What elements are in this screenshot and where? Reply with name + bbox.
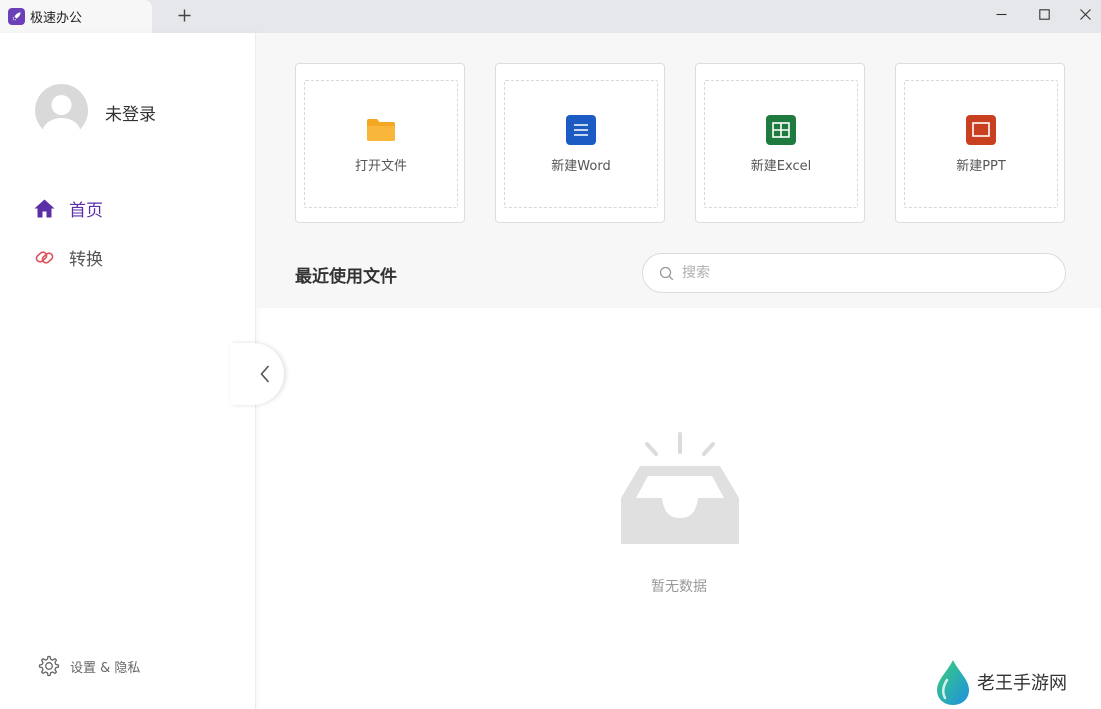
new-word-card-inner: 新建Word [504,80,658,208]
folder-icon [366,115,396,145]
search-input[interactable] [682,265,1042,281]
recent-files-title: 最近使用文件 [295,267,397,287]
maximize-button[interactable] [1032,4,1056,24]
new-ppt-label: 新建PPT [956,158,1006,174]
plus-icon [178,9,190,21]
nav-item-home[interactable]: 首页 [34,194,103,222]
close-button[interactable] [1073,4,1097,24]
new-excel-card-inner: 新建Excel [704,80,858,208]
watermark-text: 老王手游网 [977,673,1067,694]
username-label[interactable]: 未登录 [105,100,156,125]
rocket-logo-icon [8,8,25,25]
watermark: 老王手游网 [935,658,1067,706]
new-excel-label: 新建Excel [750,158,812,174]
new-word-label: 新建Word [551,158,611,174]
word-icon [566,114,596,145]
main-top-panel: 打开文件 新建Word 新建Excel 新建PPT 最近使用文件 [257,33,1101,308]
title-bar: 极速办公 [0,0,1101,33]
user-avatar-icon [42,95,81,137]
nav-convert-label: 转换 [69,249,103,270]
new-ppt-card[interactable]: 新建PPT [895,63,1065,223]
water-drop-logo-icon [937,660,969,705]
tab-title: 极速办公 [30,11,83,26]
nav-item-convert[interactable]: 转换 [34,243,103,271]
new-excel-card[interactable]: 新建Excel [695,63,865,223]
excel-icon [766,114,796,145]
minimize-icon [996,13,1006,15]
search-icon [659,266,674,280]
empty-state-text: 暂无数据 [651,579,707,595]
close-icon [1079,8,1091,20]
new-word-card[interactable]: 新建Word [495,63,665,223]
settings-label: 设置 & 隐私 [70,660,141,676]
app-tab[interactable]: 极速办公 [0,0,152,33]
settings-privacy-button[interactable]: 设置 & 隐私 [38,655,140,677]
gear-icon [38,655,60,677]
open-file-label: 打开文件 [354,158,407,174]
chevron-left-icon [260,365,270,383]
avatar[interactable] [35,84,88,137]
nav-home-label: 首页 [69,200,103,221]
sidebar-collapse-button[interactable] [230,343,284,405]
open-file-card-inner: 打开文件 [304,80,458,208]
search-box[interactable] [642,253,1066,293]
new-ppt-card-inner: 新建PPT [904,80,1058,208]
home-icon [34,199,55,217]
minimize-button[interactable] [989,4,1013,24]
empty-inbox-icon [618,432,742,550]
convert-link-icon [35,250,54,264]
maximize-icon [1038,8,1050,20]
new-tab-button[interactable] [174,5,194,25]
sidebar: 未登录 首页 转换 设置 & 隐私 [0,33,256,709]
open-file-card[interactable]: 打开文件 [295,63,465,223]
ppt-icon [966,114,996,145]
